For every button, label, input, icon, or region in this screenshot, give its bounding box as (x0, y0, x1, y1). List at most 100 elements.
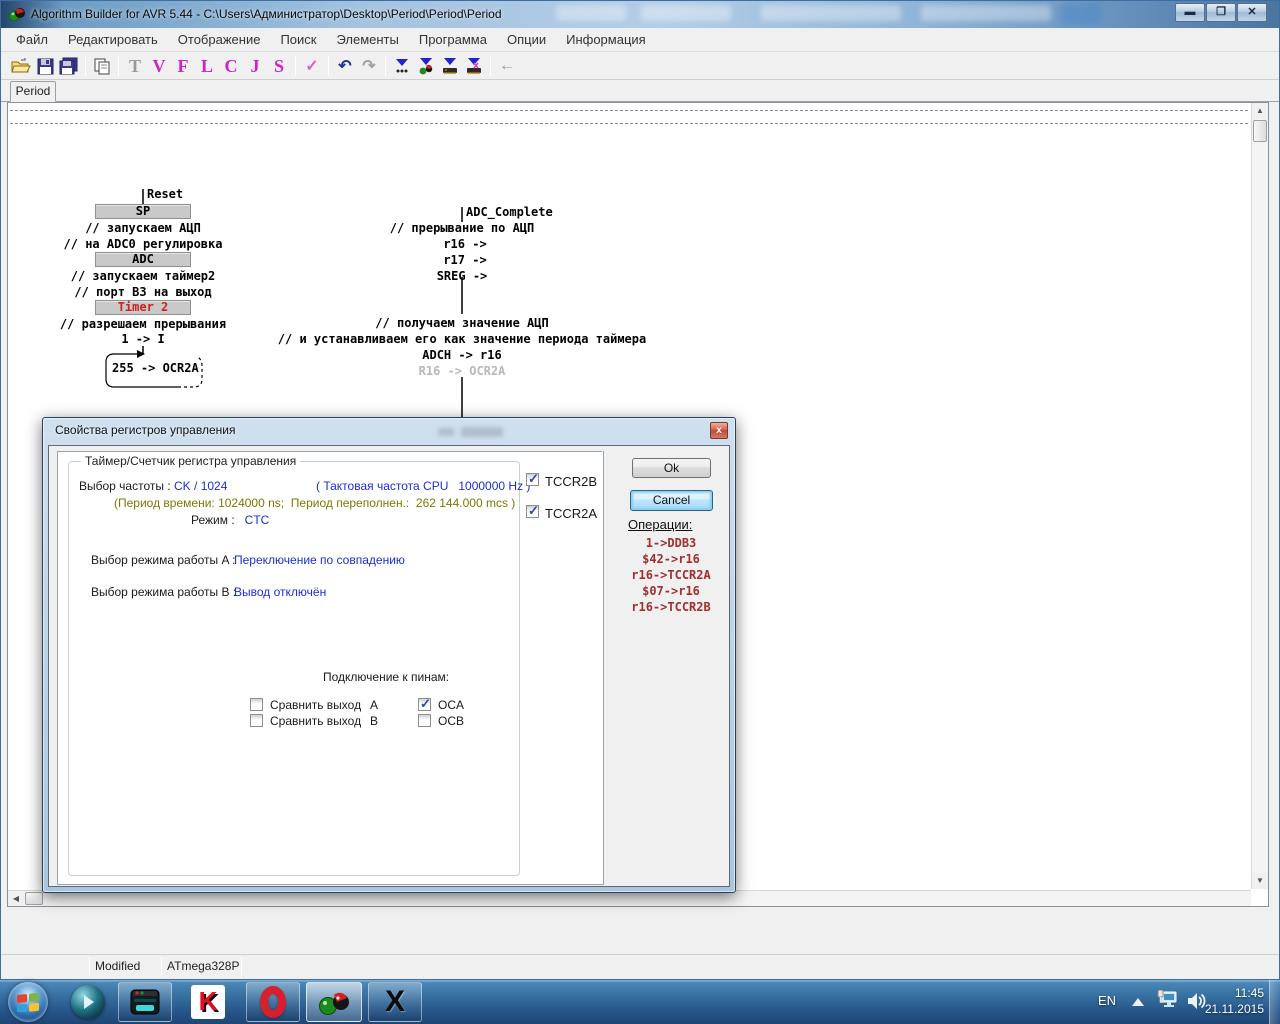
compare-output-b-checkbox[interactable] (250, 714, 263, 727)
language-indicator[interactable]: EN (1098, 993, 1116, 1008)
operations-title: Операции: (628, 517, 692, 532)
comment[interactable]: // запускаем АЦП (85, 222, 201, 235)
show-hidden-icons-button[interactable] (1132, 998, 1144, 1006)
verify-button[interactable]: ✓ (300, 55, 324, 78)
loop-statement[interactable]: 255 -> OCR2A (112, 362, 199, 375)
oca-label: OCA (438, 698, 464, 712)
verify-chip-icon (464, 56, 484, 76)
comment[interactable]: // получаем значение АЦП (375, 317, 548, 330)
comment[interactable]: // прерывание по АЦП (390, 222, 535, 235)
kaspersky-icon: K (191, 985, 225, 1019)
element-jump-button[interactable]: J (243, 55, 267, 78)
timer-counter-groupbox: Таймер/Счетчик регистра управления (68, 461, 520, 876)
start-button[interactable] (8, 982, 48, 1022)
menu-options[interactable]: Опции (500, 29, 553, 50)
statement[interactable]: r17 -> (443, 254, 486, 267)
menu-search[interactable]: Поиск (273, 29, 323, 50)
dialog-title: Свойства регистров управления (55, 423, 235, 437)
mode-row[interactable]: Режим : CTC (191, 513, 269, 527)
taskbar-algorithm-builder[interactable] (306, 982, 362, 1022)
taskbar-app-x[interactable]: X (368, 982, 422, 1022)
element-label-button[interactable]: L (195, 55, 219, 78)
oca-checkbox[interactable] (418, 698, 431, 711)
frequency-value[interactable]: CK / 1024 (174, 479, 227, 493)
taskbar-opera[interactable] (246, 982, 300, 1022)
compare-output-a-checkbox[interactable] (250, 698, 263, 711)
verify-chip-button[interactable] (462, 55, 486, 78)
scroll-down-button[interactable]: ▼ (1252, 873, 1268, 889)
comment[interactable]: // порт B3 на выход (74, 286, 211, 299)
block-timer2[interactable]: Timer 2 (95, 300, 191, 315)
algorithm-builder-icon (317, 986, 351, 1018)
element-setter-button[interactable]: S (267, 55, 291, 78)
system-tray: EN 11:45 21.11.2015 (1070, 980, 1280, 1024)
save-floppy-icon (37, 58, 54, 75)
mode-value[interactable]: CTC (245, 513, 270, 527)
minimize-button[interactable]: ▬ (1175, 3, 1205, 22)
ok-button[interactable]: Ok (632, 458, 711, 478)
glass-artifact (438, 428, 454, 436)
statement[interactable]: r16 -> (443, 238, 486, 251)
compile-button[interactable] (390, 55, 414, 78)
scroll-left-button[interactable]: ◀ (8, 891, 24, 906)
entry-label-reset[interactable]: Reset (147, 188, 183, 201)
taskbar-media-player[interactable] (68, 984, 108, 1020)
menu-info[interactable]: Информация (559, 29, 653, 50)
comment[interactable]: // разрешаем прерывания (60, 318, 226, 331)
statement[interactable]: 1 -> I (121, 333, 164, 346)
block-adc[interactable]: ADC (95, 252, 191, 267)
save-all-button[interactable] (57, 55, 81, 78)
scroll-up-button[interactable]: ▲ (1252, 103, 1268, 119)
horizontal-scroll-thumb[interactable] (25, 892, 43, 905)
element-field-button[interactable]: F (171, 55, 195, 78)
tccr2b-checkbox[interactable] (526, 473, 539, 486)
taskbar-app-1[interactable] (118, 982, 172, 1022)
title-bar: Algorithm Builder for AVR 5.44 - C:\User… (1, 1, 1279, 28)
block-sp[interactable]: SP (95, 204, 191, 219)
element-vertex-button[interactable]: V (147, 55, 171, 78)
program-chip-button[interactable] (438, 55, 462, 78)
maximize-button[interactable]: ❐ (1206, 3, 1236, 22)
element-text-button[interactable]: T (123, 55, 147, 78)
save-button[interactable] (33, 55, 57, 78)
cancel-button[interactable]: Cancel (630, 490, 713, 511)
comment[interactable]: // на ADC0 регулировка (64, 238, 223, 251)
network-icon[interactable] (1156, 990, 1180, 1012)
show-desktop-button[interactable] (1269, 980, 1280, 1024)
dialog-close-button[interactable]: x (710, 422, 728, 439)
frequency-row[interactable]: Выбор частоты : CK / 1024 (79, 479, 227, 493)
undo-button[interactable]: ↶ (333, 55, 357, 78)
taskbar-kaspersky[interactable]: K (186, 984, 230, 1020)
back-button[interactable]: ← (495, 55, 519, 78)
close-button[interactable]: ✕ (1237, 3, 1267, 22)
tab-period[interactable]: Period (10, 81, 56, 102)
vertical-scroll-thumb[interactable] (1253, 120, 1267, 142)
tccr2a-checkbox[interactable] (526, 505, 539, 518)
statement[interactable]: SREG -> (437, 270, 488, 283)
entry-label-adc-complete[interactable]: ADC_Complete (466, 206, 553, 219)
comment[interactable]: // запускаем таймер2 (71, 270, 216, 283)
clock[interactable]: 11:45 21.11.2015 (1205, 985, 1264, 1017)
status-separator (161, 957, 162, 975)
mode-a-value[interactable]: Переключение по совпадению (234, 553, 405, 567)
statement-selected[interactable]: R16 -> OCR2A (419, 365, 506, 378)
copy-pages-icon (93, 57, 111, 75)
menu-elements[interactable]: Элементы (329, 29, 405, 50)
ocb-checkbox[interactable] (418, 714, 431, 727)
ocb-label: OCB (438, 714, 464, 728)
copy-button[interactable] (90, 55, 114, 78)
menu-edit[interactable]: Редактировать (61, 29, 165, 50)
mode-b-value[interactable]: Вывод отключён (234, 585, 326, 599)
open-file-button[interactable] (9, 55, 33, 78)
statement[interactable]: ADCH -> r16 (422, 349, 501, 362)
comment[interactable]: // и устанавливаем его как значение пери… (278, 333, 646, 346)
menu-view[interactable]: Отображение (171, 29, 268, 50)
tray-time: 11:45 (1205, 985, 1264, 1001)
tab-strip: Period (1, 80, 1279, 102)
menu-program[interactable]: Программа (412, 29, 494, 50)
redo-button[interactable]: ↷ (357, 55, 381, 78)
compile-run-button[interactable] (414, 55, 438, 78)
menu-file[interactable]: Файл (9, 29, 55, 50)
vertical-scrollbar[interactable]: ▲ ▼ (1251, 103, 1268, 889)
element-condition-button[interactable]: C (219, 55, 243, 78)
